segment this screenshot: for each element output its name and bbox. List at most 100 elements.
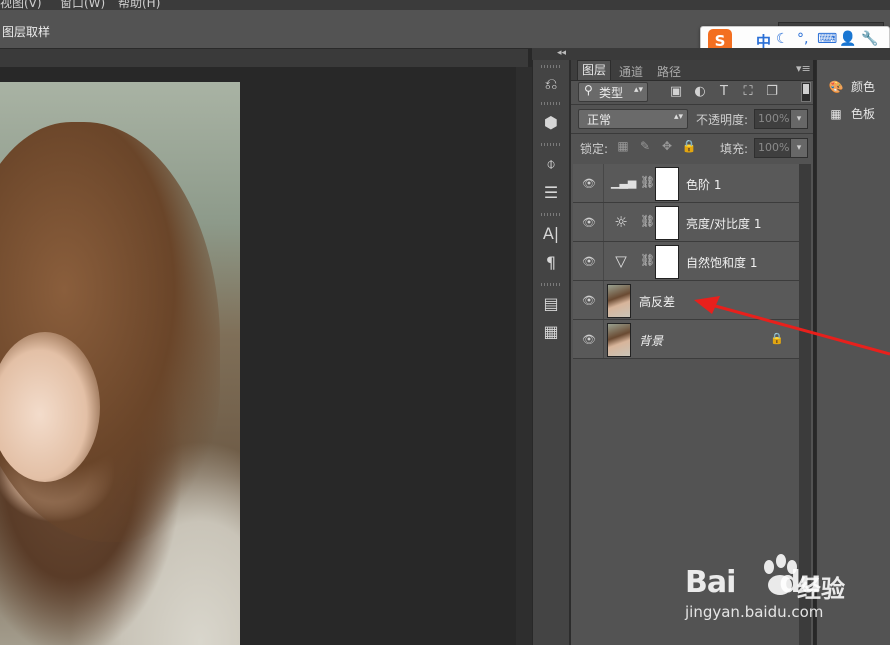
eye-icon[interactable]: 👁 bbox=[582, 255, 596, 268]
layer-mask-thumbnail[interactable] bbox=[655, 245, 679, 279]
search-icon: ⚲ bbox=[584, 83, 593, 97]
menu-view[interactable]: 视图(V) bbox=[0, 0, 42, 10]
opacity-label: 不透明度: bbox=[696, 113, 749, 127]
tab-channels[interactable]: 通道 bbox=[619, 63, 643, 80]
divider bbox=[571, 133, 813, 134]
layer-row-levels[interactable]: 👁 ▁▃▅ ⛓ 色阶 1 bbox=[573, 164, 799, 203]
levels-icon: ▁▃▅ bbox=[611, 176, 637, 189]
blend-mode-select[interactable]: 正常 ▴▾ bbox=[578, 109, 688, 129]
chevron-updown-icon: ▴▾ bbox=[633, 85, 643, 95]
panel-collapse-strip bbox=[532, 48, 890, 60]
arrow-shaft bbox=[707, 302, 890, 356]
link-icon[interactable]: ⛓ bbox=[640, 214, 655, 228]
watermark-url: jingyan.baidu.com bbox=[685, 603, 824, 621]
notes-icon[interactable]: ▦ bbox=[539, 320, 563, 344]
layer-thumbnail[interactable] bbox=[607, 323, 631, 357]
layer-name[interactable]: 自然饱和度 1 bbox=[686, 254, 757, 271]
dock-grip[interactable] bbox=[541, 143, 561, 146]
vibrance-icon: ▽ bbox=[615, 252, 627, 270]
divider bbox=[603, 320, 604, 358]
panel-menu-icon[interactable]: ▾≡ bbox=[796, 62, 811, 75]
brush-presets-icon[interactable]: ⌽ bbox=[539, 152, 563, 176]
eye-icon[interactable]: 👁 bbox=[582, 333, 596, 346]
canvas-scrollbar[interactable] bbox=[516, 67, 532, 645]
color-panel-label: 颜色 bbox=[851, 80, 876, 94]
punctuation-icon[interactable]: °, bbox=[797, 31, 808, 47]
keyboard-icon[interactable]: ⌨ bbox=[817, 31, 837, 47]
filter-shape-icon[interactable]: ⛶ bbox=[740, 84, 756, 99]
chevron-updown-icon: ▴▾ bbox=[673, 112, 683, 122]
dock-grip[interactable] bbox=[541, 102, 561, 105]
eye-icon[interactable]: 👁 bbox=[582, 294, 596, 307]
menu-bar: 视图(V) 窗口(W) 帮助(H) bbox=[0, 0, 890, 10]
layer-row-vibrance[interactable]: 👁 ▽ ⛓ 自然饱和度 1 bbox=[573, 242, 799, 281]
lock-transparent-icon[interactable]: ▦ bbox=[615, 139, 631, 153]
watermark-jingyan: 经验 bbox=[797, 575, 845, 603]
layer-mask-thumbnail[interactable] bbox=[655, 206, 679, 240]
layer-thumbnail[interactable] bbox=[607, 284, 631, 318]
lock-image-icon[interactable]: ✎ bbox=[637, 139, 653, 153]
opacity-field[interactable]: 100% bbox=[754, 109, 791, 129]
tab-layers[interactable]: 图层 bbox=[577, 60, 611, 80]
fill-field[interactable]: 100% bbox=[754, 138, 791, 158]
divider bbox=[603, 242, 604, 280]
dock-grip[interactable] bbox=[541, 283, 561, 286]
layer-name[interactable]: 高反差 bbox=[639, 293, 675, 310]
divider bbox=[603, 164, 604, 202]
eye-icon[interactable]: 👁 bbox=[582, 177, 596, 190]
layer-mask-thumbnail[interactable] bbox=[655, 167, 679, 201]
layer-name[interactable]: 色阶 1 bbox=[686, 176, 721, 193]
panel-tab-bar: 图层 通道 路径 ▾≡ bbox=[571, 60, 813, 81]
lock-label: 锁定: bbox=[580, 142, 609, 156]
collapse-arrows-icon[interactable]: ◂◂ bbox=[557, 48, 566, 58]
grid-icon: ▦ bbox=[830, 107, 842, 121]
3d-icon[interactable]: ⬢ bbox=[539, 111, 563, 135]
history-icon[interactable]: ⎌ bbox=[539, 72, 563, 96]
dock-grip[interactable] bbox=[541, 65, 561, 68]
layer-name[interactable]: 背景 bbox=[639, 332, 663, 349]
filter-kind-value: 类型 bbox=[599, 86, 624, 100]
link-icon[interactable]: ⛓ bbox=[640, 253, 655, 267]
document-tab-strip bbox=[0, 49, 528, 67]
filter-pixel-icon[interactable]: ▣ bbox=[668, 84, 684, 99]
eye-icon[interactable]: 👁 bbox=[582, 216, 596, 229]
filter-adjustment-icon[interactable]: ◐ bbox=[692, 84, 708, 99]
opacity-dropdown-icon[interactable]: ▾ bbox=[790, 109, 808, 129]
tab-paths[interactable]: 路径 bbox=[657, 63, 681, 80]
lock-position-icon[interactable]: ✥ bbox=[659, 139, 675, 153]
layer-row-brightness-contrast[interactable]: 👁 ☼ ⛓ 亮度/对比度 1 bbox=[573, 203, 799, 242]
divider bbox=[571, 104, 813, 105]
baidu-watermark: Bai du 经验 jingyan.baidu.com bbox=[685, 553, 885, 625]
sample-layers-label[interactable]: 图层取样 bbox=[2, 23, 50, 40]
panel-dock-icons: ⎌ ⬢ ⌽ ☰ A| ¶ ▤ ▦ bbox=[533, 60, 570, 645]
character-icon[interactable]: A| bbox=[539, 222, 563, 246]
fill-label: 填充: bbox=[720, 142, 749, 156]
filter-toggle-switch[interactable] bbox=[801, 82, 811, 102]
menu-window[interactable]: 窗口(W) bbox=[60, 0, 105, 10]
divider bbox=[603, 281, 604, 319]
swatches-panel-button[interactable]: ▦ 色板 bbox=[827, 105, 875, 122]
wrench-icon[interactable]: 🔧 bbox=[861, 31, 878, 47]
adjustments-sliders-icon[interactable]: ☰ bbox=[539, 181, 563, 205]
filter-type-icon[interactable]: T bbox=[716, 84, 732, 99]
lock-all-icon[interactable]: 🔒 bbox=[681, 139, 697, 153]
menu-help[interactable]: 帮助(H) bbox=[118, 0, 160, 10]
annotation-arrow bbox=[694, 296, 890, 356]
layer-filter-select[interactable]: ⚲ 类型 ▴▾ bbox=[578, 82, 648, 102]
moon-icon[interactable]: ☾ bbox=[776, 31, 789, 47]
document-photo[interactable] bbox=[0, 82, 240, 645]
user-icon[interactable]: 👤 bbox=[839, 31, 856, 47]
layer-name[interactable]: 亮度/对比度 1 bbox=[686, 215, 762, 232]
fill-dropdown-icon[interactable]: ▾ bbox=[790, 138, 808, 158]
blend-mode-value: 正常 bbox=[587, 113, 612, 127]
paragraph-icon[interactable]: ¶ bbox=[539, 251, 563, 275]
brightness-icon: ☼ bbox=[614, 213, 628, 231]
link-icon[interactable]: ⛓ bbox=[640, 175, 655, 189]
color-panel-button[interactable]: 🎨 颜色 bbox=[827, 78, 876, 95]
divider bbox=[603, 203, 604, 241]
swatches-panel-label: 色板 bbox=[851, 107, 876, 121]
filter-smartobject-icon[interactable]: ❐ bbox=[764, 84, 780, 99]
palette-icon: 🎨 bbox=[828, 80, 844, 94]
dock-grip[interactable] bbox=[541, 213, 561, 216]
info-panel-icon[interactable]: ▤ bbox=[539, 292, 563, 316]
